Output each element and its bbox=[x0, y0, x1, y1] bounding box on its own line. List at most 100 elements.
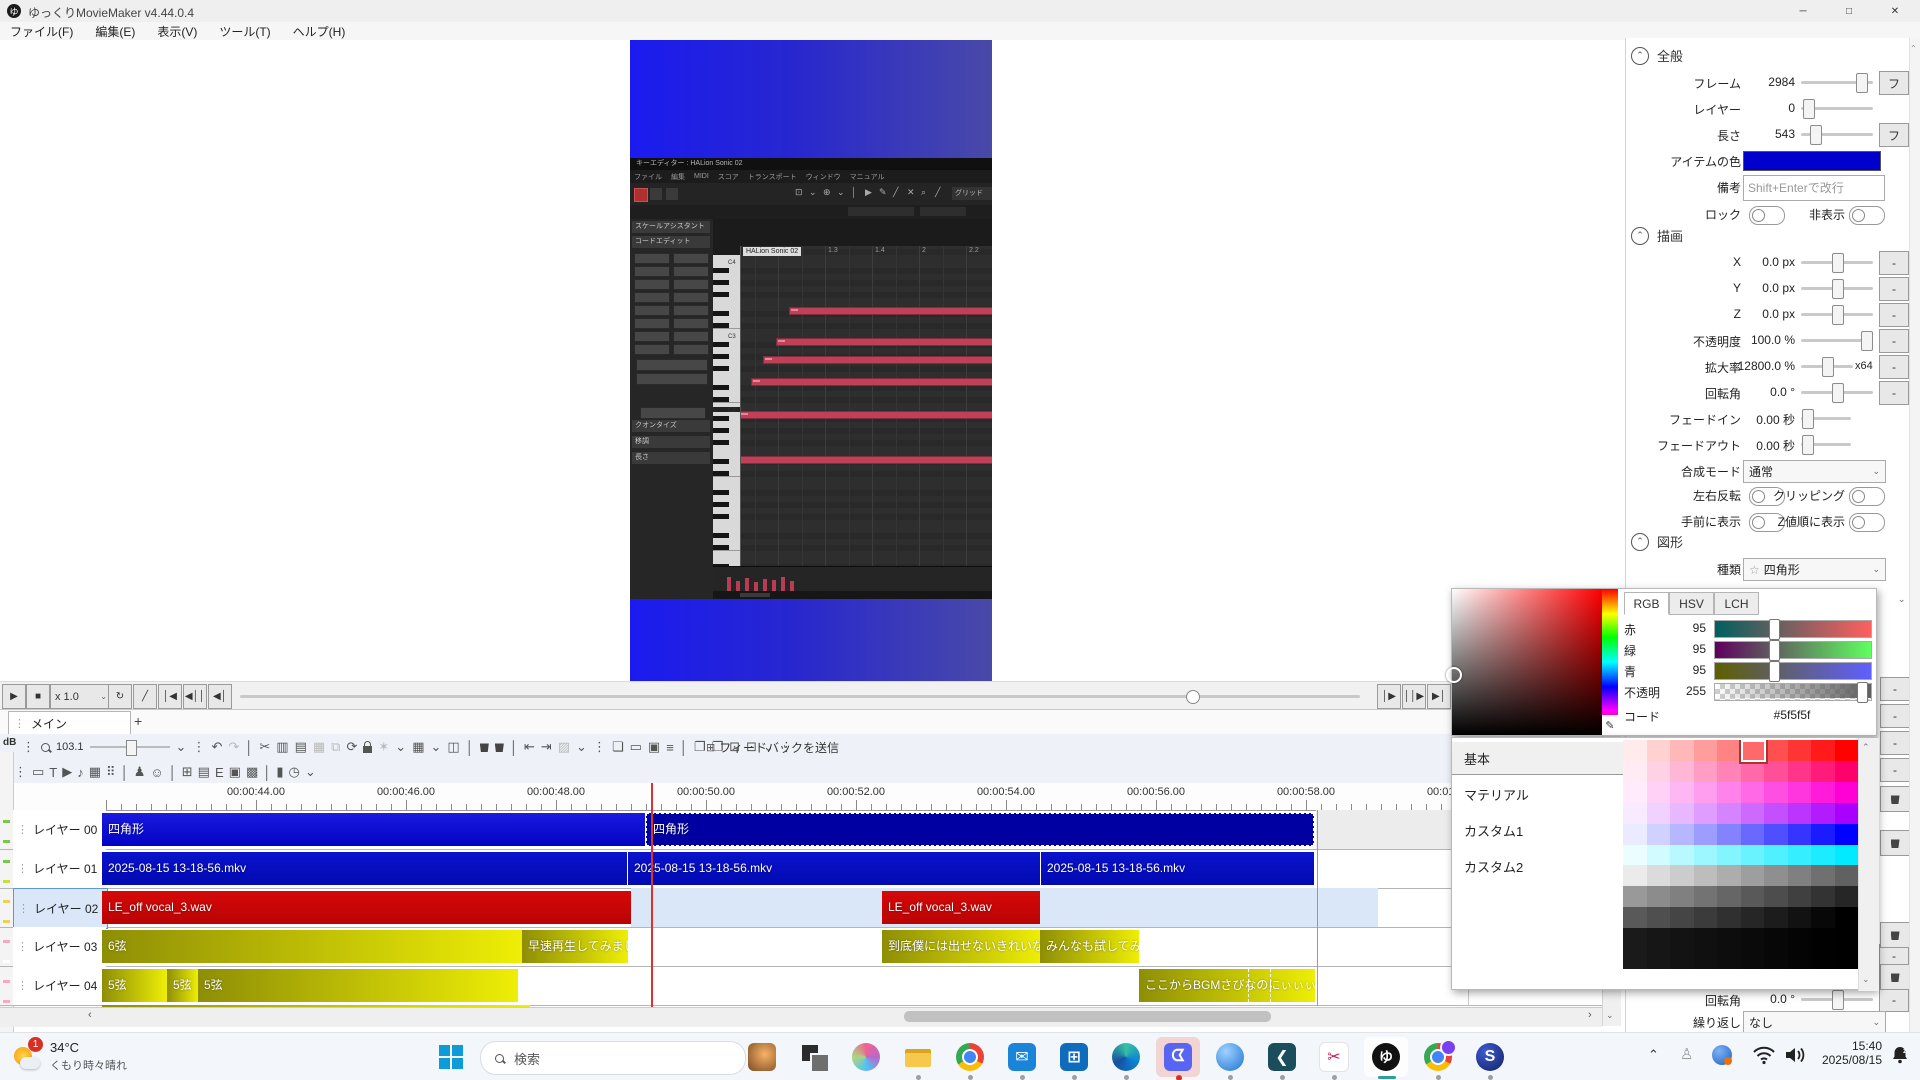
channel-slider-緑[interactable] bbox=[1714, 640, 1872, 661]
select-合成モード[interactable]: 通常 ⌄ bbox=[1743, 460, 1886, 483]
select-繰り返し[interactable]: なし ⌄ bbox=[1743, 1011, 1886, 1034]
color-swatch[interactable] bbox=[1717, 760, 1741, 782]
color-swatch[interactable] bbox=[1740, 865, 1765, 887]
reset-button[interactable]: - bbox=[1880, 677, 1910, 701]
item-color-swatch[interactable] bbox=[1743, 151, 1881, 171]
menu-item[interactable]: 表示(V) bbox=[157, 23, 197, 40]
color-swatch[interactable] bbox=[1693, 823, 1718, 845]
chrome-button[interactable] bbox=[948, 1037, 992, 1077]
select-種類[interactable]: ☆ 四角形 ⌄ bbox=[1743, 558, 1886, 581]
mixer-icon[interactable]: ≡ bbox=[666, 740, 674, 755]
color-swatch[interactable] bbox=[1787, 760, 1812, 782]
Z値順に表示-toggle[interactable] bbox=[1849, 513, 1885, 532]
slider-thumb[interactable] bbox=[1832, 279, 1844, 299]
channel-slider-赤[interactable] bbox=[1714, 619, 1872, 640]
ymm-button[interactable]: ゆ bbox=[1364, 1037, 1408, 1077]
go-start-button[interactable]: │◀ bbox=[158, 684, 182, 709]
timeline-clip[interactable]: 早速再生してみましょ bbox=[522, 930, 628, 963]
layer-header[interactable]: ⋮ レイヤー 00 bbox=[13, 810, 106, 850]
layer-header[interactable]: ⋮ レイヤー 03 bbox=[13, 927, 106, 967]
color-swatch[interactable] bbox=[1811, 949, 1835, 969]
slider-Y[interactable] bbox=[1801, 279, 1873, 299]
slider-thumb[interactable] bbox=[1810, 125, 1822, 145]
picture-item-icon[interactable]: ▣ bbox=[229, 764, 241, 780]
timeline-clip[interactable]: 到底僕には出せないきれいな bbox=[882, 930, 1040, 963]
weather-widget[interactable]: 1 34°C くもり時々晴れ bbox=[10, 1037, 200, 1077]
store-button[interactable]: ⊞ bbox=[1052, 1037, 1096, 1077]
color-swatch[interactable] bbox=[1811, 781, 1835, 803]
color-swatch[interactable] bbox=[1670, 823, 1694, 845]
color-swatch[interactable] bbox=[1787, 844, 1812, 866]
slider-thumb[interactable] bbox=[1856, 73, 1868, 93]
widget-thumbnail[interactable] bbox=[740, 1037, 784, 1077]
duplicate-icon[interactable]: ⧉ bbox=[331, 739, 340, 755]
reset-button[interactable]: - bbox=[1879, 251, 1909, 275]
paste-icon[interactable]: ▤ bbox=[295, 739, 307, 755]
hue-strip[interactable] bbox=[1602, 589, 1618, 735]
menu-dots-icon[interactable]: ⋮ bbox=[192, 739, 205, 755]
reset-button[interactable]: - bbox=[1880, 704, 1910, 728]
color-swatch[interactable] bbox=[1693, 949, 1718, 969]
layer-header[interactable]: ⋮ レイヤー 04 bbox=[13, 966, 106, 1006]
color-swatch[interactable] bbox=[1670, 844, 1694, 866]
discord-button[interactable]: ᗧ bbox=[1156, 1037, 1200, 1077]
color-swatch[interactable] bbox=[1623, 823, 1647, 845]
menu-item[interactable]: ヘルプ(H) bbox=[293, 23, 346, 40]
sphere-app-button[interactable] bbox=[1208, 1037, 1252, 1077]
color-swatch[interactable] bbox=[1811, 886, 1835, 908]
maximize-button[interactable]: □ bbox=[1826, 0, 1872, 22]
effect-item-icon[interactable]: E bbox=[215, 765, 224, 780]
s-app-button[interactable]: S bbox=[1468, 1037, 1512, 1077]
slider-thumb[interactable] bbox=[1832, 253, 1844, 273]
image-item-icon[interactable]: ▦ bbox=[89, 764, 101, 780]
color-code-value[interactable]: #5f5f5f bbox=[1722, 708, 1862, 722]
wifi-icon[interactable] bbox=[1753, 1045, 1775, 1065]
divider[interactable]: │ bbox=[510, 740, 518, 755]
timeline-clip[interactable]: 6弦 bbox=[102, 930, 522, 963]
notification-bell-icon[interactable]: z bbox=[1890, 1045, 1910, 1065]
color-swatch[interactable] bbox=[1717, 949, 1741, 969]
palette-item-マテリアル[interactable]: マテリアル bbox=[1452, 778, 1632, 810]
color-swatch[interactable] bbox=[1623, 907, 1647, 929]
menu-dots-icon[interactable]: ⋮ bbox=[593, 739, 606, 755]
color-swatch[interactable] bbox=[1740, 844, 1765, 866]
color-swatch[interactable] bbox=[1646, 907, 1671, 929]
color-swatch[interactable] bbox=[1764, 865, 1788, 887]
color-swatch[interactable] bbox=[1693, 781, 1718, 803]
menu-item[interactable]: ファイル(F) bbox=[10, 23, 73, 40]
timeline-clip[interactable]: 5弦 bbox=[102, 969, 167, 1002]
chevron-down-icon[interactable]: ⌄ bbox=[395, 739, 406, 755]
layer-header[interactable]: ⋮ レイヤー 01 bbox=[13, 849, 106, 889]
slider-Z[interactable] bbox=[1801, 305, 1873, 325]
color-swatch[interactable] bbox=[1787, 886, 1812, 908]
slider-フェードイン[interactable] bbox=[1801, 409, 1851, 429]
video-preview[interactable]: キーエディター : HALion Sonic 02 ファイル 編集 MIDI スコア トラ… bbox=[630, 40, 992, 681]
feedback-button[interactable]: ⊞ フィードバックを送信 bbox=[706, 739, 839, 756]
color-swatch[interactable] bbox=[1740, 802, 1765, 824]
save-icon[interactable]: ▣ bbox=[648, 739, 660, 755]
timeline-clip[interactable]: 2025-08-15 13-18-56.mkv bbox=[1041, 852, 1314, 885]
audio-item-icon[interactable]: ♪ bbox=[77, 765, 84, 780]
color-swatch[interactable] bbox=[1787, 865, 1812, 887]
color-swatch[interactable] bbox=[1834, 760, 1858, 782]
keyframe-button[interactable]: フ bbox=[1879, 71, 1909, 95]
color-swatch[interactable] bbox=[1764, 907, 1788, 929]
reset-button[interactable]: - bbox=[1880, 731, 1910, 755]
prev-frame-button[interactable]: ◀││ bbox=[183, 684, 207, 709]
stop-button[interactable]: ■ bbox=[26, 684, 50, 709]
color-swatch[interactable] bbox=[1811, 907, 1835, 929]
split-icon[interactable]: ◫ bbox=[447, 739, 459, 755]
menu-item[interactable]: 編集(E) bbox=[95, 23, 135, 40]
text-item-icon[interactable]: T bbox=[49, 765, 57, 780]
color-swatch[interactable] bbox=[1670, 802, 1694, 824]
timeline-clip[interactable]: みんなも試してみて bbox=[1040, 930, 1139, 963]
seek-slider-thumb[interactable] bbox=[1186, 690, 1200, 704]
color-swatch[interactable] bbox=[1834, 802, 1858, 824]
color-swatch[interactable] bbox=[1787, 907, 1812, 929]
slider-thumb[interactable] bbox=[1822, 357, 1834, 377]
search-box[interactable]: 検索 bbox=[480, 1041, 746, 1075]
color-swatch[interactable] bbox=[1623, 760, 1647, 782]
scroll-right-arrow[interactable]: › bbox=[1588, 1009, 1592, 1021]
color-swatch[interactable] bbox=[1646, 949, 1671, 969]
delete-effect-button[interactable] bbox=[1880, 922, 1910, 948]
